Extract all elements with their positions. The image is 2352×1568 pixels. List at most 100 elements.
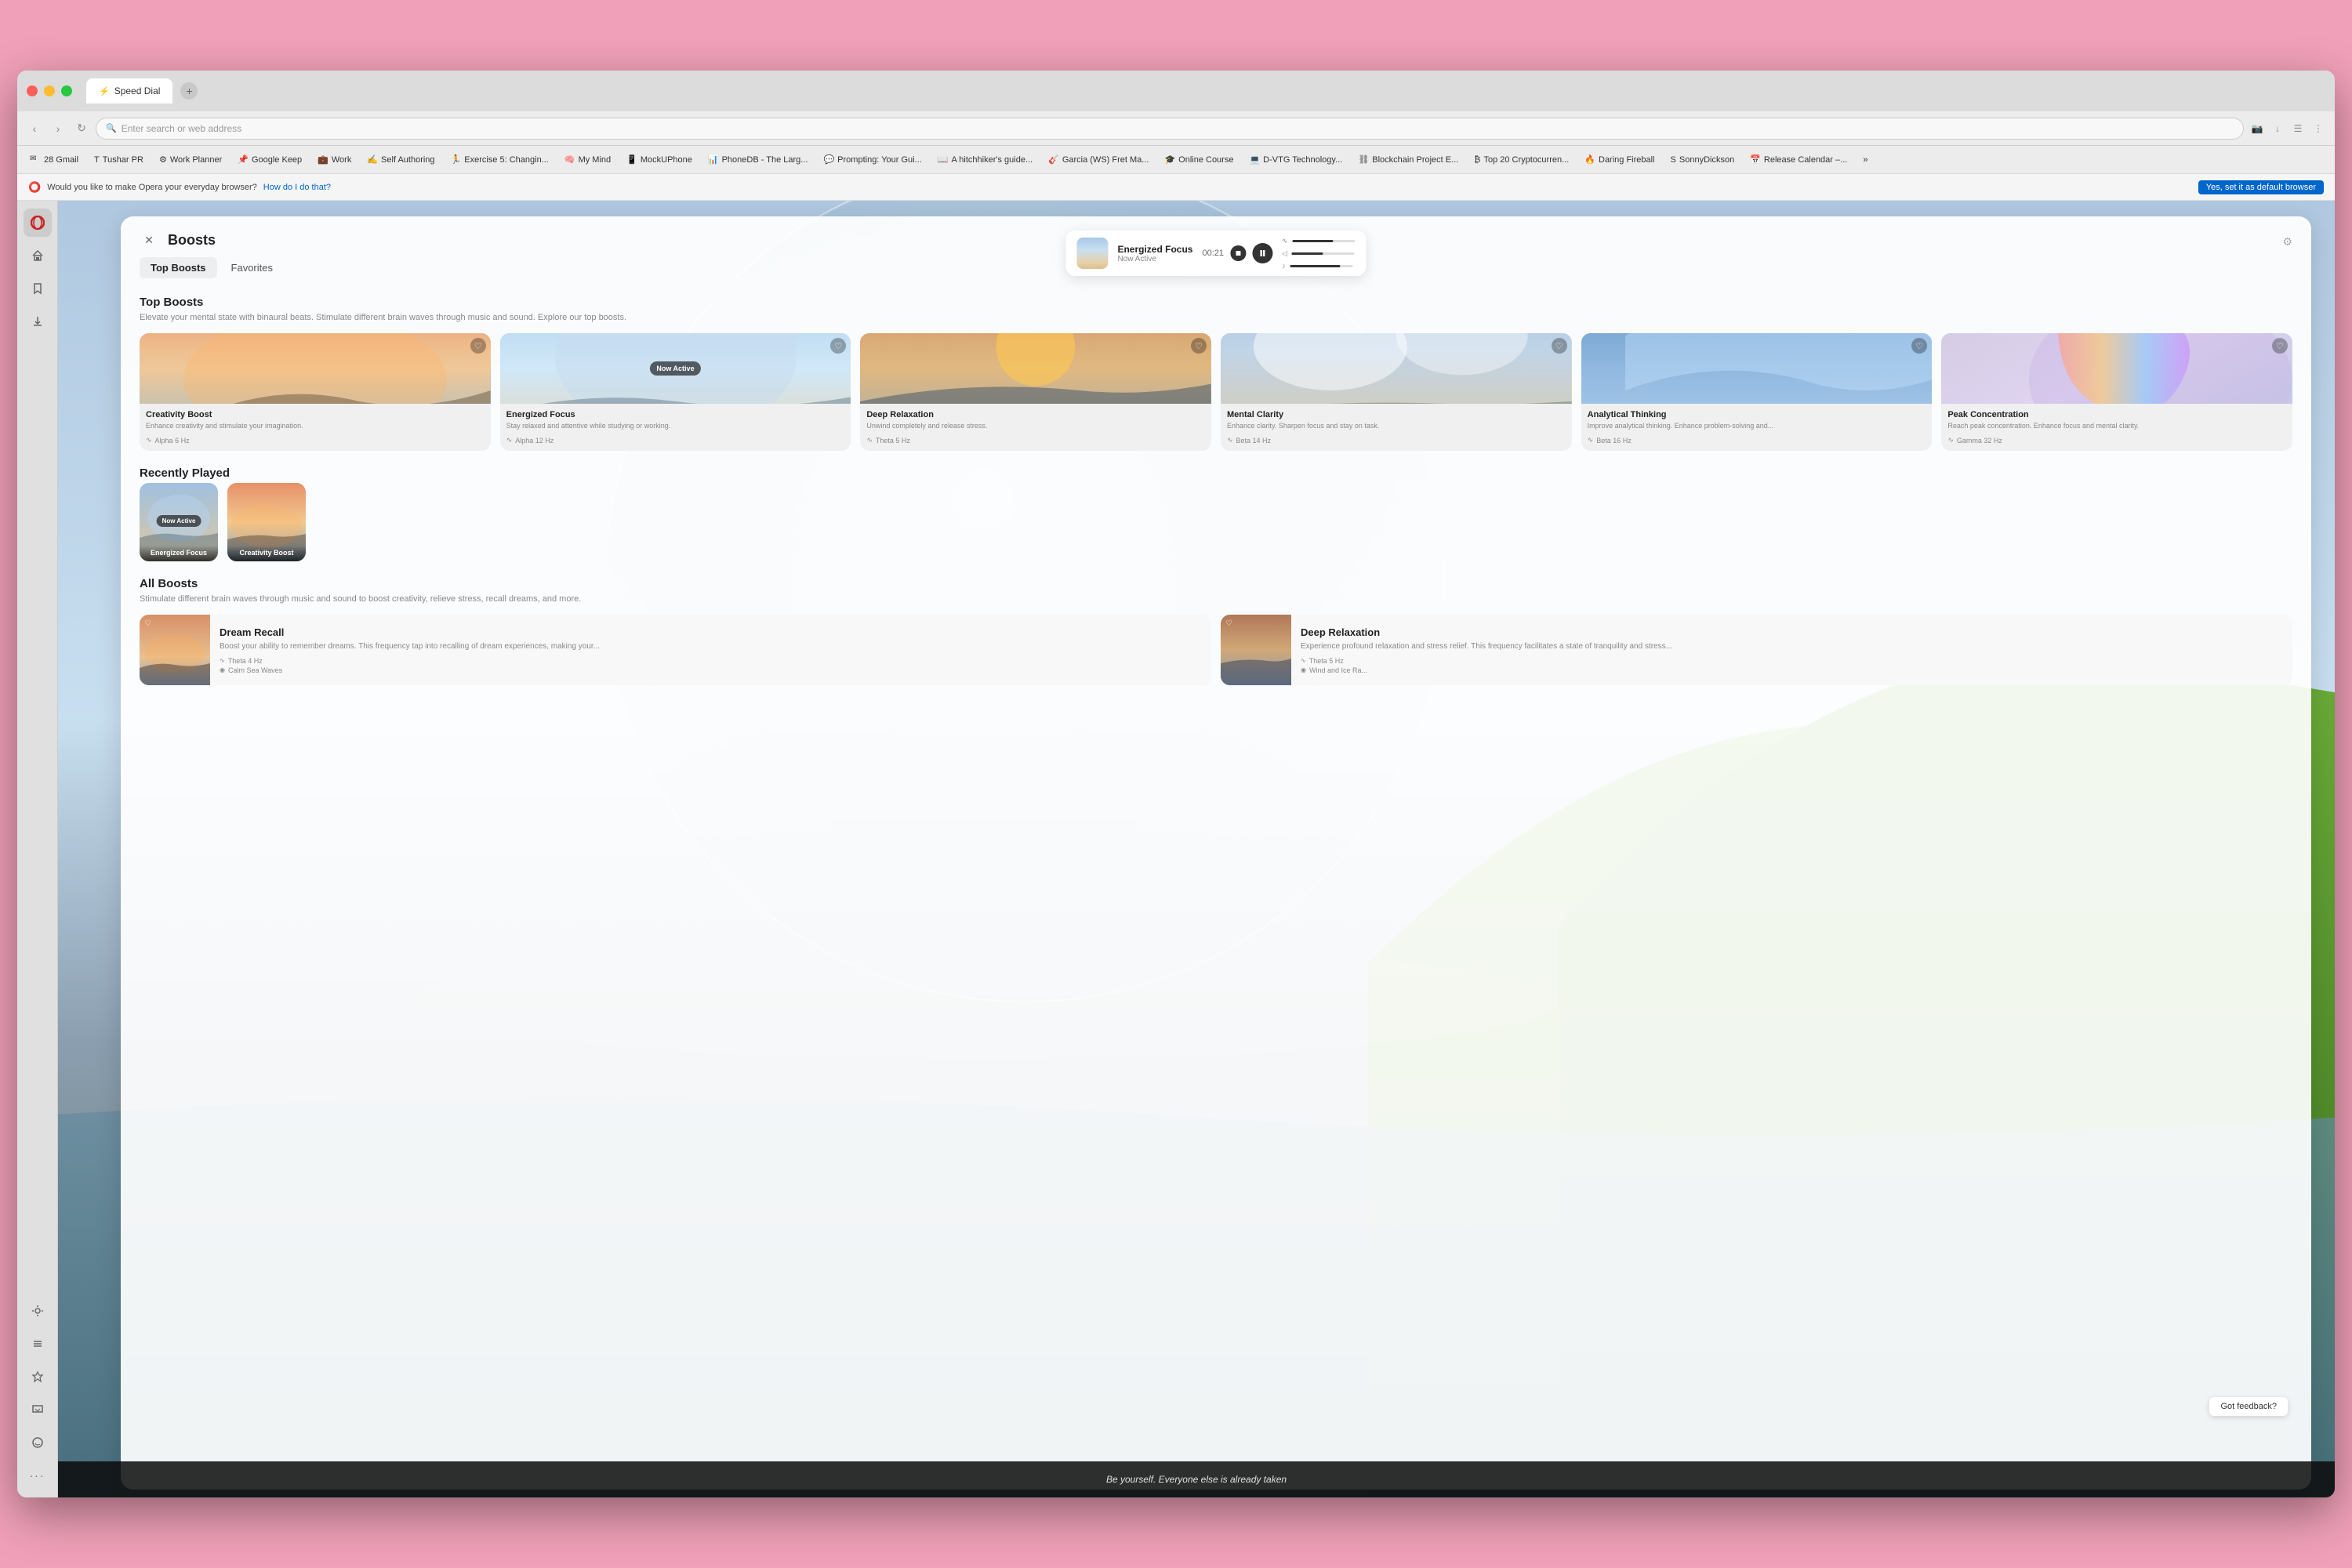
frequency-icon: ∿: [1282, 237, 1288, 245]
slider-row-2: ◁: [1282, 249, 1356, 258]
bookmarks-bar: ✉ 28 Gmail T Tushar PR ⚙ Work Planner 📌 …: [17, 146, 2335, 174]
set-default-button[interactable]: Yes, set it as default browser: [2198, 180, 2324, 194]
play-pause-button[interactable]: [1252, 243, 1272, 263]
bookmark-work[interactable]: 💼 Work: [311, 152, 358, 167]
dream-recall-name: Dream Recall: [220, 626, 1202, 638]
bookmark-daring-fireball[interactable]: 🔥 Daring Fireball: [1578, 152, 1661, 167]
bookmark-phonedb[interactable]: 📊 PhoneDB - The Larg...: [702, 152, 815, 167]
dream-recall-heart-icon[interactable]: ♡: [144, 619, 151, 628]
freq-icon: ∿: [146, 436, 152, 445]
top-boosts-title: Top Boosts: [140, 296, 2292, 309]
bookmark-prompting[interactable]: 💬 Prompting: Your Gui...: [817, 152, 927, 167]
freq-icon-2: ∿: [506, 436, 513, 445]
recent-card-creativity[interactable]: Creativity Boost: [227, 483, 306, 561]
tab-favorites[interactable]: Favorites: [220, 257, 284, 278]
peak-thumbnail: ♡: [1941, 333, 2292, 404]
messenger-side-icon: [31, 1403, 44, 1416]
new-tab-button[interactable]: +: [180, 82, 198, 100]
settings-side-icon: [31, 1305, 44, 1317]
deep-relaxation-heart-icon[interactable]: ♡: [1225, 619, 1232, 628]
all-boost-dream-recall[interactable]: ♡ Dream Recall Boost your ability to rem…: [140, 615, 1211, 685]
all-boost-deep-relaxation[interactable]: ♡ Deep Relaxation Experience profound re…: [1221, 615, 2292, 685]
active-tab[interactable]: ⚡ Speed Dial: [86, 78, 172, 103]
bookmark-self-authoring[interactable]: ✍ Self Authoring: [361, 152, 441, 167]
bookmark-tushar[interactable]: T Tushar PR: [88, 153, 150, 167]
bookmark-work-planner[interactable]: ⚙ Work Planner: [153, 152, 228, 167]
whatsapp-side-icon: [31, 1436, 44, 1449]
boost-card-peak[interactable]: ♡ Peak Concentration Reach peak concentr…: [1941, 333, 2292, 451]
volume-slider[interactable]: [1292, 252, 1355, 255]
dream-recall-info: Dream Recall Boost your ability to remem…: [220, 615, 1202, 685]
bookmarks-icon[interactable]: ☰: [2289, 120, 2307, 137]
bookmark-gmail[interactable]: ✉ 28 Gmail: [24, 152, 85, 168]
bookmark-garcia[interactable]: 🎸 Garcia (WS) Fret Ma...: [1042, 152, 1155, 167]
feedback-button[interactable]: Got feedback?: [2209, 1397, 2288, 1416]
relaxation-freq: ∿ Theta 5 Hz: [866, 436, 1205, 445]
bookmark-release-calendar[interactable]: 📅 Release Calendar –...: [1744, 152, 1853, 167]
nav-bar: ‹ › ↻ 🔍 Enter search or web address 📷 ↓ …: [17, 111, 2335, 146]
deep-relaxation-sound-track: ◉ Wind and Ice Ra...: [1301, 666, 2283, 674]
boost-card-mental[interactable]: ♡ Mental Clarity Enhance clarity. Sharpe…: [1221, 333, 1572, 451]
dream-recall-tracks: ∿ Theta 4 Hz ◉ Calm Sea Waves: [220, 657, 1202, 674]
more-menu-icon[interactable]: ⋮: [2310, 120, 2327, 137]
bookmark-blockchain[interactable]: ⛓ Blockchain Project E...: [1352, 152, 1465, 167]
bookmark-google-keep[interactable]: 📌 Google Keep: [231, 152, 308, 167]
creativity-heart-icon[interactable]: ♡: [470, 338, 486, 354]
mental-thumbnail: ♡: [1221, 333, 1572, 404]
minimize-button[interactable]: [44, 85, 55, 96]
bookmark-crypto[interactable]: ₿ Top 20 Cryptocurren...: [1468, 153, 1575, 167]
bookmarks-side-icon: [31, 282, 44, 295]
bookmark-mymind[interactable]: 🧠 My Mind: [558, 152, 617, 167]
all-boosts-desc: Stimulate different brain waves through …: [140, 593, 2292, 605]
sidebar-icon-opera[interactable]: [24, 209, 52, 237]
sidebar-icon-bookmarks[interactable]: [24, 274, 52, 303]
relaxation-freq-label: Theta 5 Hz: [876, 437, 910, 445]
boost-card-creativity[interactable]: ♡ Creativity Boost Enhance creativity an…: [140, 333, 491, 451]
tab-title: Speed Dial: [114, 85, 161, 96]
camera-icon[interactable]: 📷: [2249, 120, 2266, 137]
bookmark-mockuphone[interactable]: 📱 MockUPhone: [620, 152, 699, 167]
sidebar-icon-settings[interactable]: [24, 1297, 52, 1325]
deep-relaxation-track: Wind and Ice Ra...: [1309, 666, 1367, 674]
sidebar-icon-home[interactable]: [24, 241, 52, 270]
deep-relaxation-freq: Theta 5 Hz: [1309, 657, 1344, 665]
creativity-freq: ∿ Alpha 6 Hz: [146, 436, 485, 445]
default-browser-text: Would you like to make Opera your everyd…: [47, 183, 257, 192]
panel-title: Boosts: [168, 232, 216, 249]
panel-close-button[interactable]: ✕: [140, 230, 158, 249]
panel-settings-button[interactable]: ⚙: [2282, 235, 2292, 249]
sidebar-icon-more[interactable]: ···: [24, 1461, 52, 1490]
bookmark-hitchhiker[interactable]: 📖 A hitchhiker's guide...: [931, 152, 1039, 167]
sidebar-icon-downloads[interactable]: [24, 307, 52, 336]
bookmark-online-course[interactable]: 🎓 Online Course: [1158, 152, 1240, 167]
bookmark-exercise[interactable]: 🏃 Exercise 5: Changin...: [445, 152, 555, 167]
download-icon[interactable]: ↓: [2269, 120, 2286, 137]
top-boosts-desc: Elevate your mental state with binaural …: [140, 312, 2292, 324]
sidebar-icon-messenger[interactable]: [24, 1396, 52, 1424]
forward-button[interactable]: ›: [49, 119, 67, 138]
maximize-button[interactable]: [61, 85, 72, 96]
recent-card-energized[interactable]: Now Active Energized Focus: [140, 483, 218, 561]
creativity-body: Creativity Boost Enhance creativity and …: [140, 404, 491, 451]
boost-card-analytical[interactable]: ♡ Analytical Thinking Improve analytical…: [1581, 333, 1933, 451]
stop-button[interactable]: [1230, 245, 1246, 261]
back-button[interactable]: ‹: [25, 119, 44, 138]
sidebar-icon-menu[interactable]: [24, 1330, 52, 1358]
how-link[interactable]: How do I do that?: [263, 183, 331, 192]
downloads-side-icon: [31, 315, 44, 328]
boost-card-relaxation[interactable]: ♡ Deep Relaxation Unwind completely and …: [860, 333, 1211, 451]
bookmark-more[interactable]: »: [1857, 153, 1874, 167]
music-slider[interactable]: [1290, 265, 1353, 267]
frequency-slider[interactable]: [1293, 240, 1356, 242]
sidebar-icon-ai[interactable]: [24, 1363, 52, 1391]
boost-card-energized[interactable]: Now Active ♡ Energized Focus Stay relaxe…: [500, 333, 851, 451]
bookmark-dvtg[interactable]: 💻 D-VTG Technology...: [1243, 152, 1348, 167]
mental-heart-icon[interactable]: ♡: [1552, 338, 1567, 354]
close-button[interactable]: [27, 85, 38, 96]
address-bar[interactable]: 🔍 Enter search or web address: [96, 118, 2244, 140]
reload-button[interactable]: ↻: [72, 119, 91, 138]
bookmark-sonnydickson[interactable]: S SonnyDickson: [1664, 153, 1741, 167]
all-boosts-list: ♡ Dream Recall Boost your ability to rem…: [140, 615, 2292, 685]
sidebar-icon-whatsapp[interactable]: [24, 1428, 52, 1457]
tab-top-boosts[interactable]: Top Boosts: [140, 257, 217, 278]
